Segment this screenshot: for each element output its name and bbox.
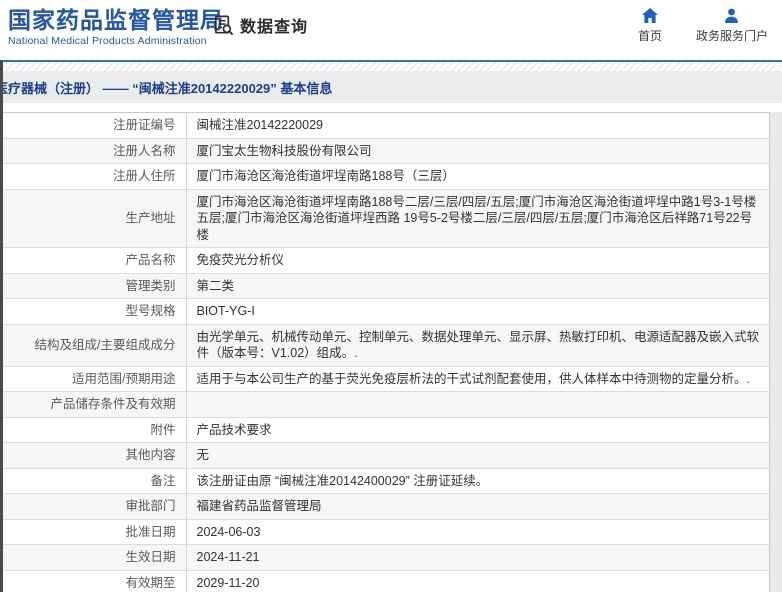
striped-divider [0, 62, 782, 71]
row-label: 生效日期 [0, 544, 187, 571]
row-label: 注册人住所 [0, 163, 187, 190]
row-value: 产品技术要求 [186, 417, 770, 443]
person-icon [724, 8, 739, 23]
table-row: 其他内容无 [0, 442, 770, 469]
table-row: 产品名称 免疫荧光分析仪 [0, 247, 770, 274]
row-value: 无 [186, 442, 770, 469]
document-search-icon [212, 14, 235, 37]
content-gap [0, 103, 782, 112]
row-value: 第二类 [186, 273, 770, 299]
row-value: 厦门市海沧区海沧街道坪埕南路188号二层/三层/四层/五层;厦门市海沧区海沧街道… [186, 189, 770, 248]
row-value: 该注册证由原 “闽械注准20142400029” 注册证延续。 [186, 468, 770, 494]
breadcrumb: 医疗器械（注册） —— “闽械注准20142220029” 基本信息 [0, 80, 333, 96]
nav-gov-portal-label: 政务服务门户 [695, 29, 768, 43]
row-label: 适用范围/预期用途 [0, 366, 187, 392]
breadcrumb-band: 医疗器械（注册） —— “闽械注准20142220029” 基本信息 [0, 71, 782, 103]
row-label: 注册人名称 [0, 138, 187, 164]
row-label: 管理类别 [0, 273, 187, 299]
row-value: 适用于与本公司生产的基于荧光免疫层析法的干式试剂配套使用，供人体样本中待测物的定… [186, 366, 770, 392]
home-icon [641, 8, 658, 23]
row-label: 型号规格 [0, 298, 187, 325]
table-row: 有效期至 2029-11-20 [0, 570, 770, 592]
row-value: 2029-11-20 [186, 570, 770, 592]
row-value: 免疫荧光分析仪 [186, 247, 770, 274]
row-label: 审批部门 [0, 493, 187, 520]
registration-info-table: 注册证编号 闽械注准20142220029 注册人名称 厦门宝太生物科技股份有限公司注… [0, 112, 770, 592]
row-label: 产品储存条件及有效期 [0, 391, 187, 418]
table-row: 管理类别 第二类 [0, 273, 770, 299]
row-value: 福建省药品监督管理局 [186, 493, 770, 520]
logo-subtitle: National Medical Products Administration [8, 35, 207, 47]
content-area: 注册证编号 闽械注准20142220029 注册人名称 厦门宝太生物科技股份有限公司注… [0, 112, 782, 592]
info-table-body: 注册证编号 闽械注准20142220029 注册人名称 厦门宝太生物科技股份有限公司注… [0, 112, 770, 592]
row-label: 注册证编号 [0, 112, 187, 139]
row-label: 批准日期 [0, 519, 187, 545]
row-label: 附件 [0, 417, 187, 443]
table-row: 注册人名称 厦门宝太生物科技股份有限公司 [0, 138, 770, 164]
top-nav: 首页 政务服务门户 [638, 8, 768, 44]
row-value: 由光学单元、机械传动单元、控制单元、数据处理单元、显示屏、热敏打印机、电源适配器… [186, 324, 770, 367]
left-edge-strip [0, 60, 3, 592]
data-query-tab[interactable]: 数据查询 [212, 13, 308, 37]
nav-gov-portal[interactable]: 政务服务门户 [696, 8, 768, 44]
table-row: 注册证编号 闽械注准20142220029 [0, 112, 770, 139]
table-row: 产品储存条件及有效期 [0, 391, 770, 418]
row-value: 厦门宝太生物科技股份有限公司 [186, 138, 770, 164]
table-row: 审批部门 福建省药品监督管理局 [0, 493, 770, 520]
table-row: 附件 产品技术要求 [0, 417, 770, 443]
nav-home[interactable]: 首页 [638, 8, 662, 44]
nav-home-label: 首页 [637, 29, 662, 43]
row-label: 结构及组成/主要组成成分 [0, 324, 187, 367]
row-value [186, 391, 770, 418]
row-label: 产品名称 [0, 247, 187, 274]
table-row: 型号规格 BIOT-YG-I [0, 298, 770, 325]
row-value: 厦门市海沧区海沧街道坪埕南路188号（三层） [186, 163, 770, 190]
data-query-label: 数据查询 [240, 19, 309, 36]
row-value: 2024-11-21 [186, 544, 770, 571]
table-row: 生效日期 2024-11-21 [0, 544, 770, 571]
row-value: BIOT-YG-I [186, 298, 770, 325]
logo-title: 国家药品监督管理局 [8, 7, 224, 33]
table-row: 备注 该注册证由原 “闽械注准20142400029” 注册证延续。 [0, 468, 770, 494]
page: 国家药品监督管理局 National Medical Products Admi… [0, 0, 782, 592]
row-label: 有效期至 [0, 570, 187, 592]
table-row: 结构及组成/主要组成成分 由光学单元、机械传动单元、控制单元、数据处理单元、显示屏… [0, 324, 770, 367]
row-label: 生产地址 [0, 189, 187, 248]
table-row: 批准日期 2024-06-03 [0, 519, 770, 545]
row-value: 闽械注准20142220029 [186, 112, 770, 139]
table-row: 注册人住所 厦门市海沧区海沧街道坪埕南路188号（三层） [0, 163, 770, 190]
row-label: 备注 [0, 468, 187, 494]
table-row: 适用范围/预期用途 适用于与本公司生产的基于荧光免疫层析法的干式试剂配套使用，供人… [0, 366, 770, 392]
nmpa-logo[interactable]: 国家药品监督管理局 National Medical Products Admi… [8, 7, 224, 47]
row-value: 2024-06-03 [186, 519, 770, 545]
row-label: 其他内容 [0, 442, 187, 469]
site-header: 国家药品监督管理局 National Medical Products Admi… [0, 0, 782, 60]
table-row: 生产地址 厦门市海沧区海沧街道坪埕南路188号二层/三层/四层/五层;厦门市海沧区… [0, 189, 770, 248]
